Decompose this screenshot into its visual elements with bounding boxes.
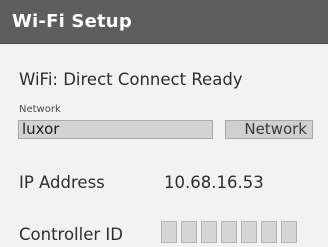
title-bar: Wi-Fi Setup (0, 0, 328, 44)
network-name-field[interactable]: luxor (18, 120, 213, 139)
controller-id-digit-box[interactable] (241, 221, 257, 243)
network-select-button[interactable]: Network (225, 120, 313, 139)
controller-id-digit-box[interactable] (281, 221, 297, 243)
ip-address-value: 10.68.16.53 (164, 173, 264, 192)
controller-id-label: Controller ID (19, 225, 123, 244)
controller-id-digit-box[interactable] (261, 221, 277, 243)
controller-id-input[interactable] (161, 221, 297, 243)
controller-id-digit-box[interactable] (201, 221, 217, 243)
controller-id-digit-box[interactable] (221, 221, 237, 243)
wifi-status-text: WiFi: Direct Connect Ready (19, 70, 243, 89)
ip-address-label: IP Address (19, 173, 105, 192)
network-field-caption: Network (19, 104, 61, 115)
controller-id-digit-box[interactable] (161, 221, 177, 243)
window-title: Wi-Fi Setup (12, 11, 132, 32)
wifi-setup-screen: Wi-Fi Setup WiFi: Direct Connect Ready N… (0, 0, 328, 247)
controller-id-digit-box[interactable] (181, 221, 197, 243)
